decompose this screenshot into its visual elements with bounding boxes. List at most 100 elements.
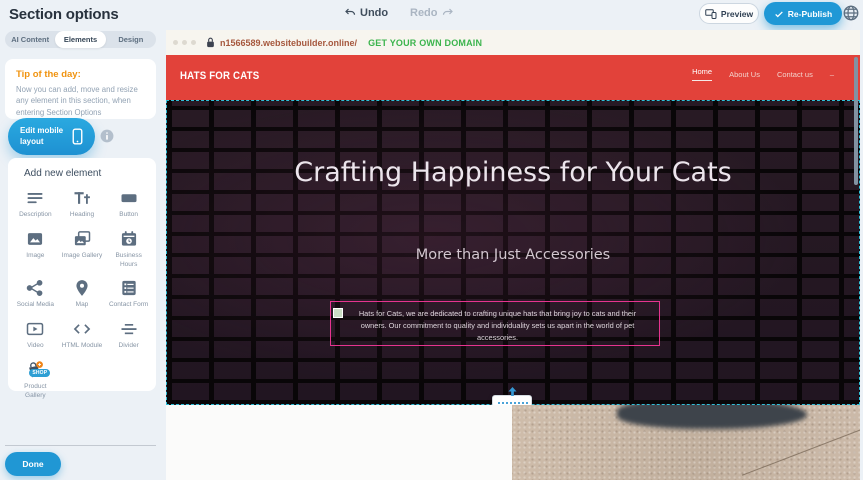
element-label: Business Hours (107, 252, 151, 270)
preview-scrollbar[interactable] (854, 57, 858, 185)
nav-item-more[interactable]: – (830, 70, 834, 79)
add-new-element-panel: Add new element Description Heading Butt… (8, 158, 156, 391)
language-globe-button[interactable] (842, 4, 860, 22)
nav-item-home[interactable]: Home (692, 67, 712, 81)
social-media-icon (25, 278, 45, 298)
edit-mobile-layout-button[interactable]: Edit mobile layout (8, 118, 95, 155)
product-gallery-icon: SHOP (25, 360, 45, 380)
button-icon (119, 188, 139, 208)
next-section[interactable] (166, 405, 860, 480)
element-product-gallery[interactable]: SHOP Product Gallery (12, 360, 59, 401)
undo-label: Undo (360, 7, 388, 19)
republish-button[interactable]: Re-Publish (764, 2, 842, 25)
sidebar-divider (5, 445, 156, 446)
cat-shadow (617, 405, 807, 429)
element-label: Image (13, 252, 57, 261)
tip-body: Now you can add, move and resize any ele… (16, 84, 145, 118)
tab-label: AI Content (11, 35, 49, 44)
floor-seam-line (742, 419, 860, 475)
redo-button[interactable]: Redo (410, 7, 454, 19)
element-social-media[interactable]: Social Media (12, 278, 59, 310)
hero-heading[interactable]: Crafting Happiness for Your Cats (167, 154, 859, 191)
globe-icon (842, 4, 860, 22)
image-gallery-icon (72, 229, 92, 249)
undo-icon (344, 7, 356, 19)
element-label: Button (107, 211, 151, 220)
done-button[interactable]: Done (5, 452, 61, 476)
element-image[interactable]: Image (12, 229, 59, 270)
business-hours-icon (119, 229, 139, 249)
element-label: Divider (107, 342, 151, 351)
element-label: Image Gallery (60, 252, 104, 261)
hero-section-selected[interactable]: Crafting Happiness for Your Cats More th… (166, 100, 860, 405)
window-dots (173, 40, 196, 45)
app-window: Section options Undo Redo Preview Re-Pub… (0, 0, 863, 480)
edit-mobile-layout-label: Edit mobile layout (20, 126, 66, 147)
heading-icon (72, 188, 92, 208)
sidebar-tab-bar: AI Content Elements Design (5, 31, 156, 48)
element-drag-handle[interactable] (333, 308, 343, 318)
tab-elements[interactable]: Elements (55, 31, 105, 48)
element-label: Product Gallery (13, 383, 57, 401)
element-contact-form[interactable]: Contact Form (105, 278, 152, 310)
get-your-own-domain-link[interactable]: GET YOUR OWN DOMAIN (368, 38, 482, 48)
site-logo[interactable]: HATS FOR CATS (180, 70, 259, 82)
contact-form-icon (119, 278, 139, 298)
map-icon (72, 278, 92, 298)
window-dot (173, 40, 178, 45)
republish-label: Re-Publish (788, 9, 832, 19)
element-html-module[interactable]: HTML Module (59, 319, 106, 351)
info-icon (100, 129, 114, 143)
redo-icon (442, 7, 454, 19)
mobile-phone-icon (72, 128, 83, 145)
browser-bar: n1566589.websitebuilder.online/ GET YOUR… (166, 30, 860, 55)
element-video[interactable]: Video (12, 319, 59, 351)
video-icon (25, 319, 45, 339)
preview-label: Preview (721, 9, 753, 19)
tip-of-the-day-card: Tip of the day: Now you can add, move an… (5, 59, 156, 119)
window-dot (191, 40, 196, 45)
hero-subheading[interactable]: More than Just Accessories (167, 247, 859, 263)
site-nav: Home About Us Contact us – (692, 67, 834, 81)
element-label: Social Media (13, 301, 57, 310)
tab-design[interactable]: Design (106, 31, 156, 48)
check-icon (774, 9, 784, 19)
done-label: Done (22, 459, 43, 469)
element-label: HTML Module (60, 342, 104, 351)
element-divider[interactable]: Divider (105, 319, 152, 351)
preview-button[interactable]: Preview (699, 3, 759, 24)
redo-label: Redo (410, 7, 438, 19)
site-header: HATS FOR CATS Home About Us Contact us – (166, 55, 860, 100)
undo-button[interactable]: Undo (344, 7, 388, 19)
paragraph-selection-box[interactable]: Hats for Cats, we are dedicated to craft… (330, 301, 660, 346)
element-label: Map (60, 301, 104, 310)
nav-item-contact-us[interactable]: Contact us (777, 70, 813, 79)
devices-icon (705, 9, 717, 19)
element-label: Description (13, 211, 57, 220)
element-image-gallery[interactable]: Image Gallery (59, 229, 106, 270)
element-business-hours[interactable]: Business Hours (105, 229, 152, 270)
divider-icon (119, 319, 139, 339)
element-heading[interactable]: Heading (59, 188, 106, 220)
tab-label: Design (118, 35, 143, 44)
site-preview: n1566589.websitebuilder.online/ GET YOUR… (166, 30, 860, 480)
carpet-photo (512, 405, 860, 480)
hero-paragraph: Hats for Cats, we are dedicated to craft… (345, 308, 650, 344)
element-button[interactable]: Button (105, 188, 152, 220)
shop-badge: SHOP (29, 369, 50, 377)
element-description[interactable]: Description (12, 188, 59, 220)
tab-ai-content[interactable]: AI Content (5, 31, 55, 48)
info-button[interactable] (100, 129, 114, 143)
page-title: Section options (9, 6, 119, 23)
site-url: n1566589.websitebuilder.online/ (220, 38, 357, 48)
description-icon (25, 188, 45, 208)
add-new-element-title: Add new element (12, 168, 152, 179)
resize-grip-dots (498, 402, 528, 404)
element-grid: Description Heading Button Image Image G… (12, 188, 152, 400)
tip-title: Tip of the day: (16, 69, 145, 80)
element-label: Heading (60, 211, 104, 220)
lock-icon (206, 37, 215, 48)
arrow-up-icon (507, 387, 518, 396)
nav-item-about-us[interactable]: About Us (729, 70, 760, 79)
element-map[interactable]: Map (59, 278, 106, 310)
